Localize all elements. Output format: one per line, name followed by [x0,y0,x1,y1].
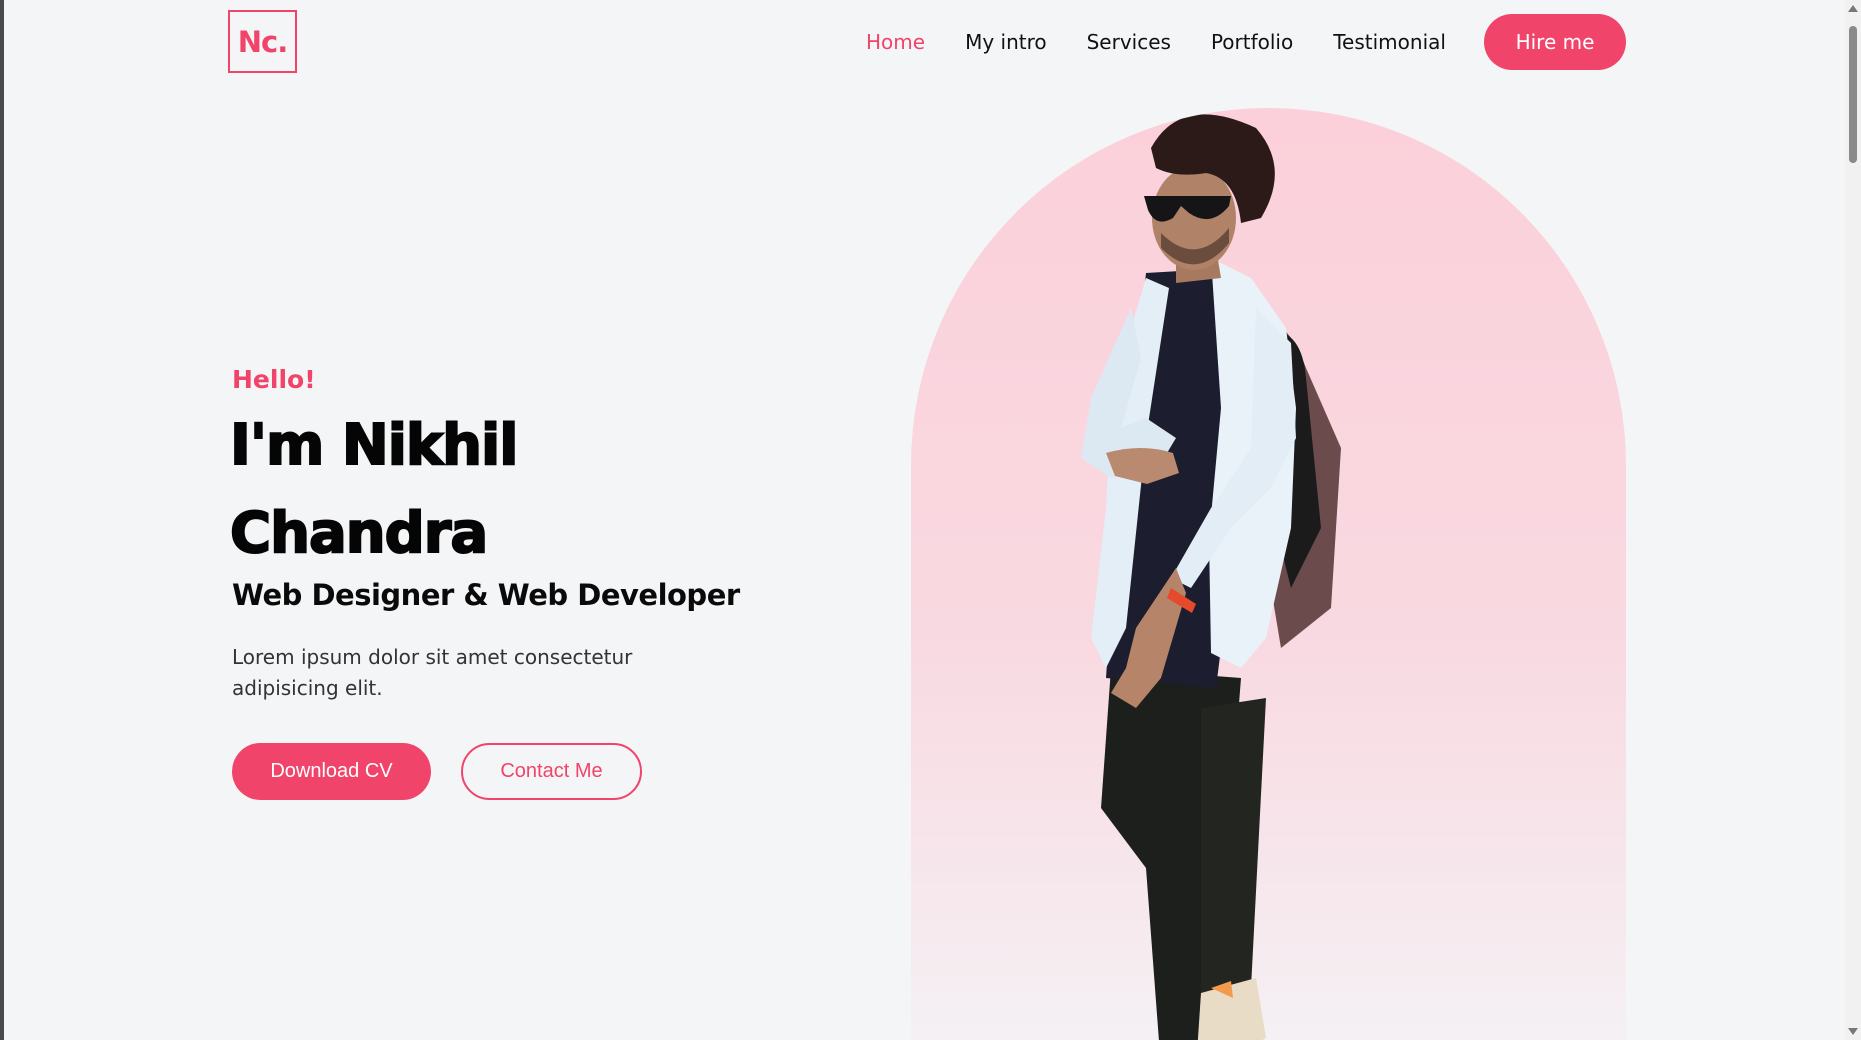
hero-name: I'm Nikhil Chandra [229,402,730,578]
nav-testimonial[interactable]: Testimonial [1333,30,1446,54]
main-nav: Home My intro Services Portfolio Testimo… [866,14,1486,70]
hire-me-button[interactable]: Hire me [1484,14,1626,70]
person-photo [1081,114,1341,1040]
greeting: Hello! [232,365,316,394]
nav-portfolio[interactable]: Portfolio [1211,30,1293,54]
page: Nc. Home My intro Services Portfolio Tes… [0,0,1861,1040]
nav-my-intro[interactable]: My intro [965,30,1047,54]
scrollbar[interactable] [1845,0,1861,1040]
hero-role: Web Designer & Web Developer [232,578,740,612]
logo-text: Nc. [237,24,288,59]
hero-name-line2: Chandra [229,500,489,567]
nav-services[interactable]: Services [1087,30,1171,54]
scroll-up-arrow-icon[interactable] [1848,5,1858,12]
hero-name-line1: I'm Nikhil [229,412,519,479]
download-cv-button[interactable]: Download CV [232,743,431,800]
hero-description: Lorem ipsum dolor sit amet consectetur a… [232,645,633,700]
hero-image-frame [911,108,1626,1040]
scrollbar-thumb[interactable] [1849,26,1857,163]
logo[interactable]: Nc. [228,10,297,73]
scroll-down-arrow-icon[interactable] [1848,1028,1858,1035]
nav-home[interactable]: Home [866,30,925,54]
contact-me-button[interactable]: Contact Me [461,743,642,800]
